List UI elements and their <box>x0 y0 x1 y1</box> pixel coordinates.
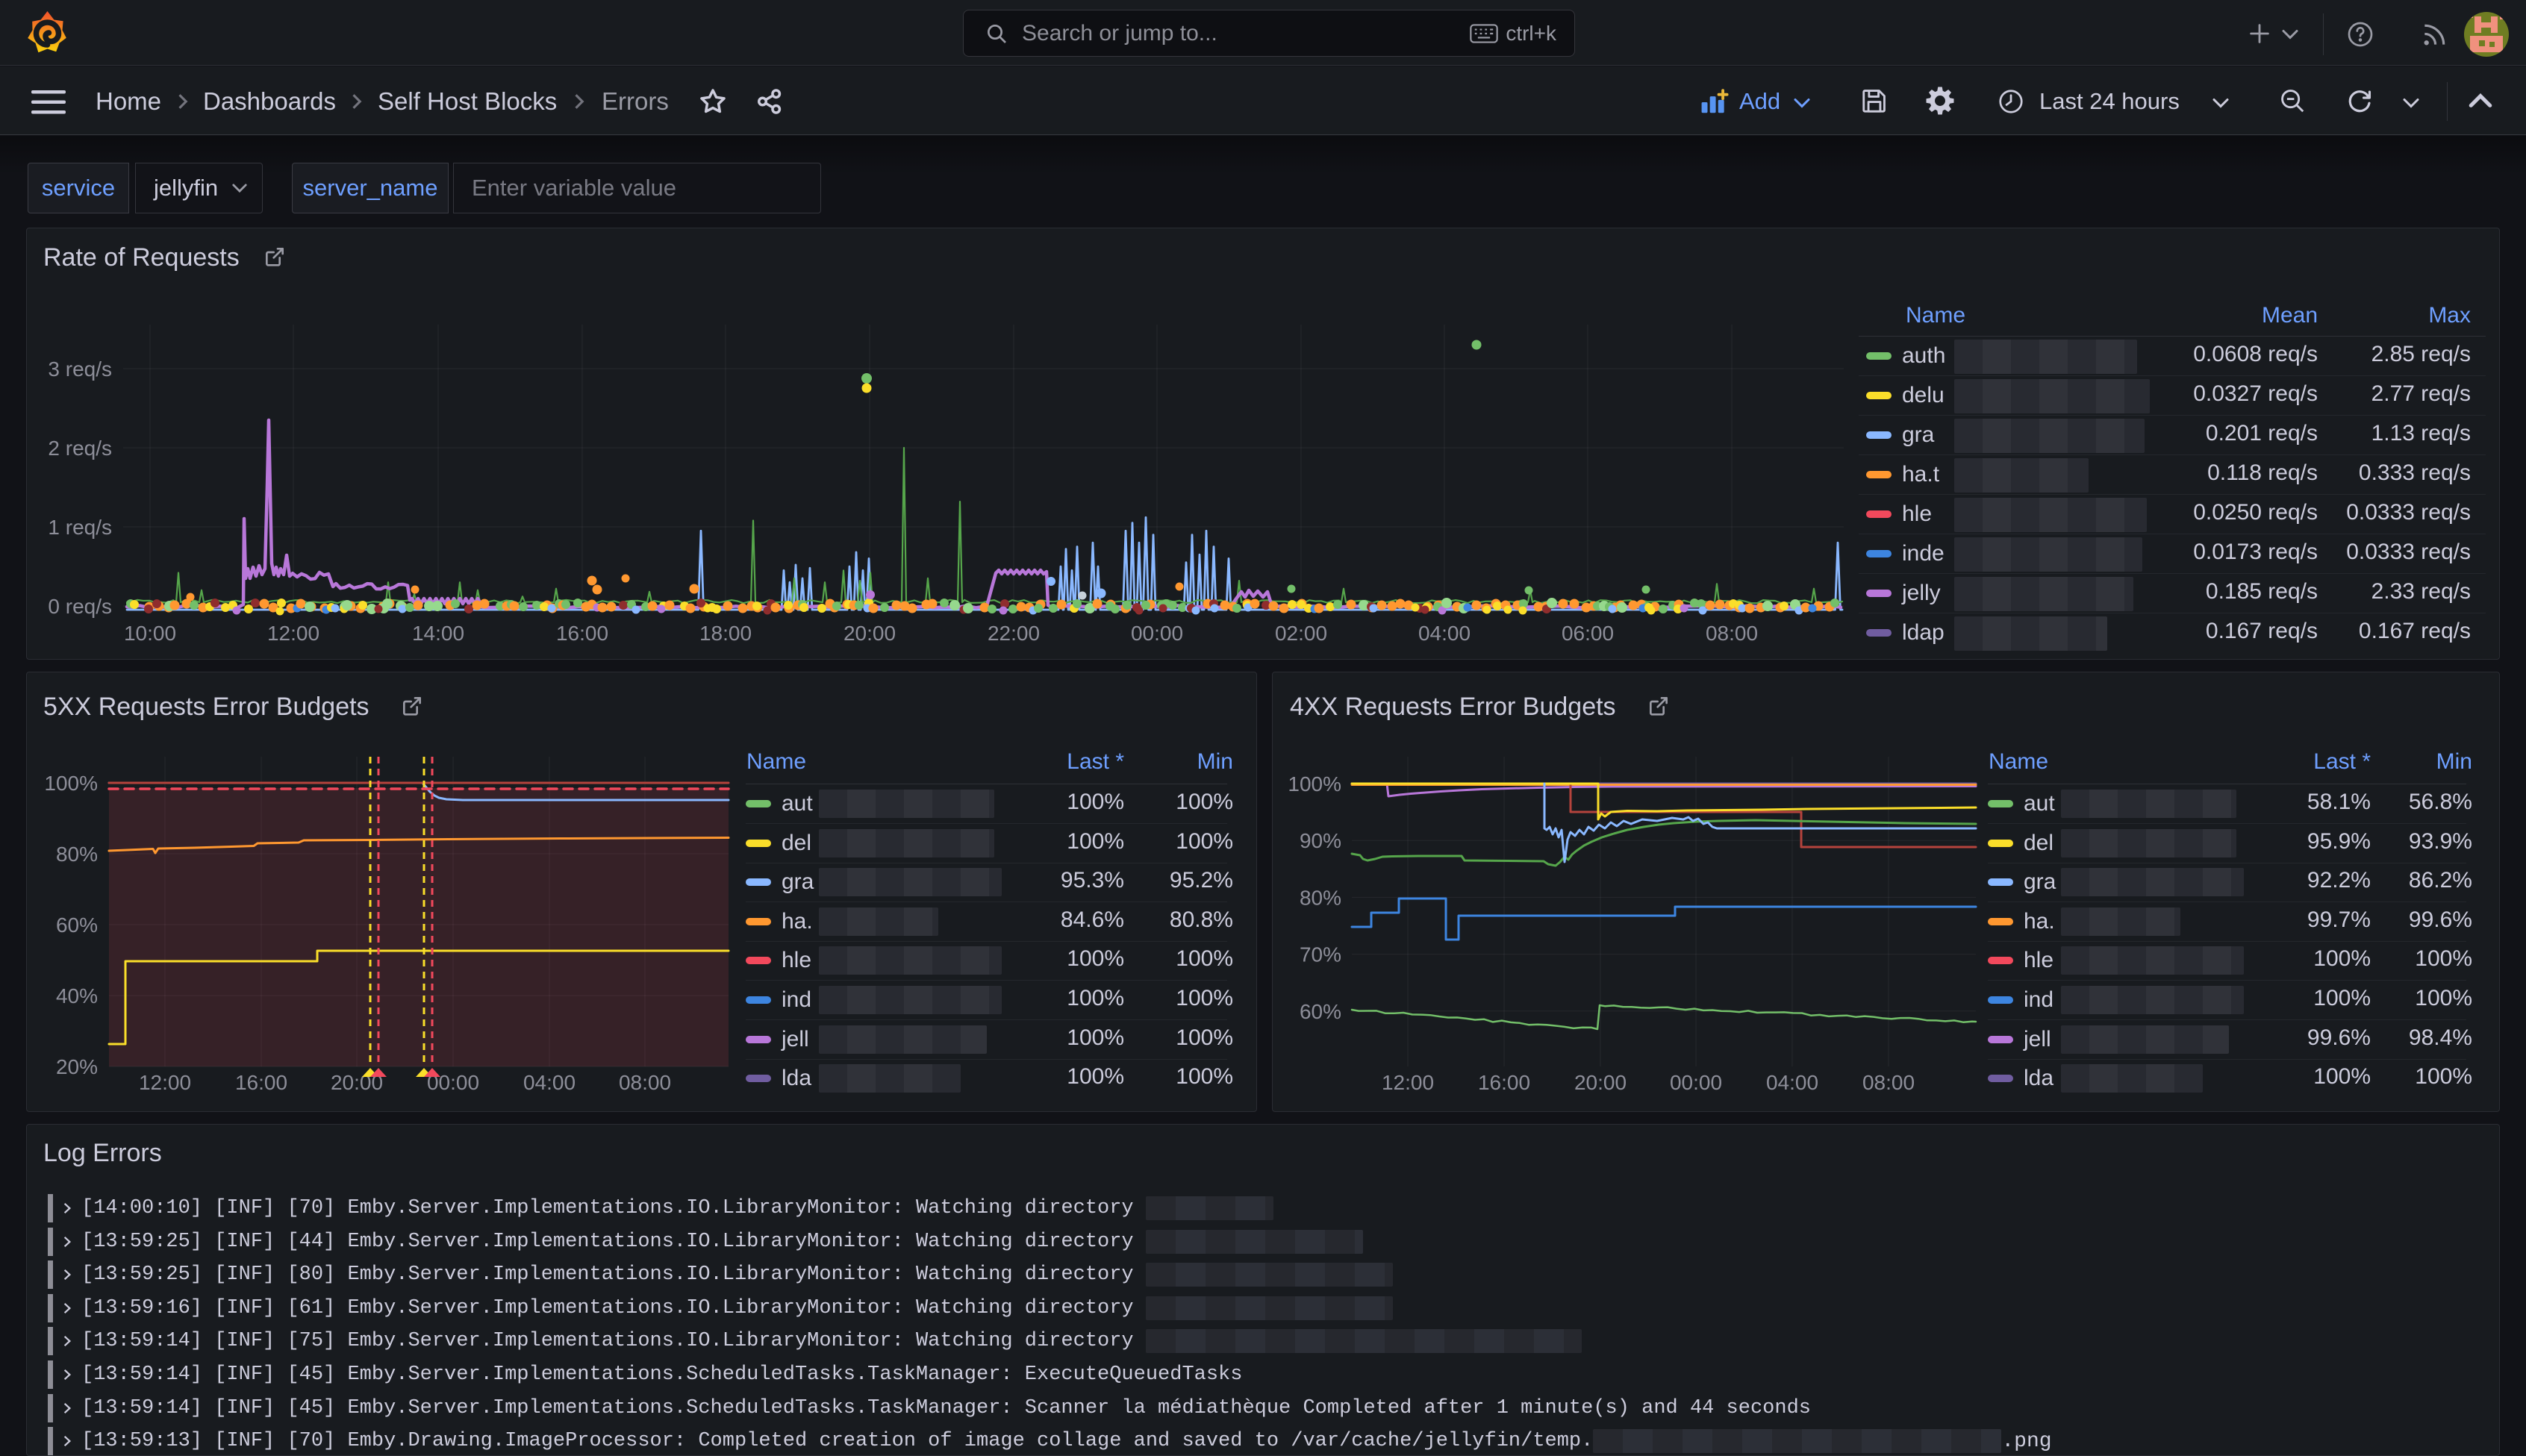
svg-text:08:00: 08:00 <box>1862 1071 1915 1094</box>
svg-text:10:00: 10:00 <box>124 622 176 645</box>
svg-text:80%: 80% <box>1300 886 1341 909</box>
svg-text:18:00: 18:00 <box>699 622 752 645</box>
svg-text:60%: 60% <box>1300 1000 1341 1023</box>
svg-text:04:00: 04:00 <box>1766 1071 1818 1094</box>
svg-text:08:00: 08:00 <box>619 1071 671 1094</box>
svg-text:16:00: 16:00 <box>1478 1071 1530 1094</box>
svg-text:70%: 70% <box>1300 943 1341 966</box>
svg-text:12:00: 12:00 <box>139 1071 191 1094</box>
svg-text:100%: 100% <box>1288 772 1341 796</box>
svg-text:20:00: 20:00 <box>1574 1071 1627 1094</box>
svg-text:100%: 100% <box>44 772 98 795</box>
svg-text:1 req/s: 1 req/s <box>48 516 112 539</box>
svg-text:2 req/s: 2 req/s <box>48 437 112 460</box>
svg-text:16:00: 16:00 <box>556 622 608 645</box>
svg-text:80%: 80% <box>56 843 98 866</box>
svg-text:00:00: 00:00 <box>1131 622 1183 645</box>
svg-text:12:00: 12:00 <box>1382 1071 1434 1094</box>
svg-text:02:00: 02:00 <box>1275 622 1327 645</box>
svg-text:90%: 90% <box>1300 829 1341 852</box>
svg-text:40%: 40% <box>56 984 98 1007</box>
svg-text:60%: 60% <box>56 913 98 937</box>
svg-text:06:00: 06:00 <box>1562 622 1614 645</box>
svg-text:20%: 20% <box>56 1055 98 1078</box>
svg-text:04:00: 04:00 <box>523 1071 576 1094</box>
svg-text:16:00: 16:00 <box>235 1071 287 1094</box>
svg-text:04:00: 04:00 <box>1418 622 1471 645</box>
svg-text:08:00: 08:00 <box>1706 622 1758 645</box>
svg-text:22:00: 22:00 <box>988 622 1040 645</box>
svg-text:20:00: 20:00 <box>843 622 896 645</box>
svg-text:00:00: 00:00 <box>1670 1071 1722 1094</box>
svg-text:12:00: 12:00 <box>267 622 319 645</box>
svg-text:3 req/s: 3 req/s <box>48 357 112 381</box>
svg-text:0 req/s: 0 req/s <box>48 595 112 618</box>
svg-text:14:00: 14:00 <box>412 622 464 645</box>
